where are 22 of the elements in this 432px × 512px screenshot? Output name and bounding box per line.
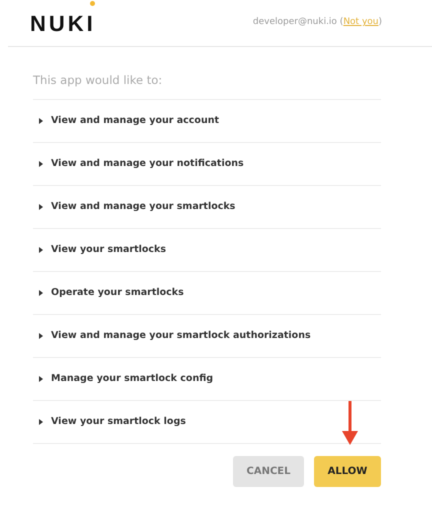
caret-icon <box>39 333 43 339</box>
section-heading: This app would like to: <box>33 72 162 89</box>
caret-icon <box>39 419 43 425</box>
caret-icon <box>39 118 43 124</box>
caret-icon <box>39 204 43 210</box>
caret-icon <box>39 247 43 253</box>
account-email: developer@nuki.io (Not you) <box>252 16 382 30</box>
caret-icon <box>39 161 43 167</box>
allow-button[interactable]: ALLOW <box>314 456 381 487</box>
caret-icon <box>39 290 43 296</box>
logo: NUKI <box>30 10 96 36</box>
cancel-button[interactable]: CANCEL <box>233 456 304 487</box>
permission-item[interactable]: View your smartlocks <box>33 229 381 272</box>
logo-dot-icon <box>90 0 95 6</box>
permission-item[interactable]: Operate your smartlocks <box>33 272 381 315</box>
permission-item[interactable]: View and manage your smartlocks <box>33 186 381 229</box>
permission-item[interactable]: View and manage your account <box>33 100 381 143</box>
permission-item[interactable]: Manage your smartlock config <box>33 358 381 401</box>
permission-item[interactable]: View and manage your notifications <box>33 143 381 186</box>
permission-item[interactable]: View and manage your smartlock authorizations <box>33 315 381 358</box>
arrow-icon <box>342 401 358 445</box>
caret-icon <box>39 376 43 382</box>
